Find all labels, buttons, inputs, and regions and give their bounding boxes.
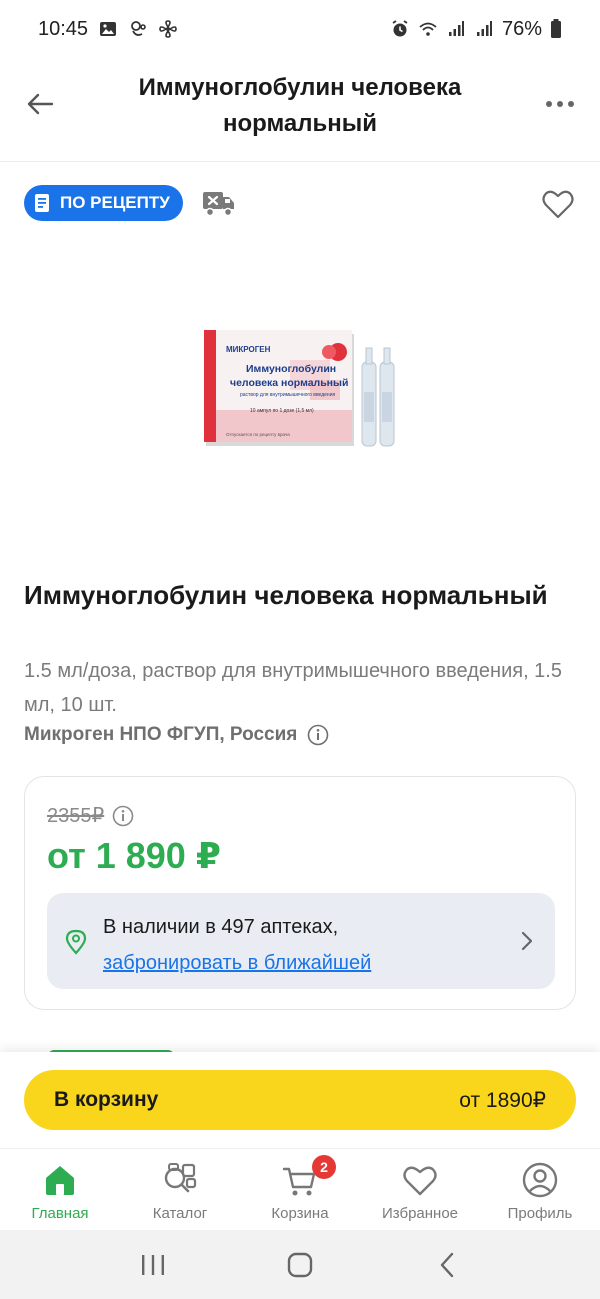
tag-row: ПО РЕЦЕПТУ xyxy=(24,184,576,224)
alarm-icon xyxy=(392,20,408,37)
package-line3: раствор для внутримышечного введения xyxy=(240,392,335,398)
back-button[interactable] xyxy=(20,84,60,124)
reserve-link[interactable]: забронировать в ближайшей xyxy=(103,945,371,981)
bottom-nav: Главная Каталог 2 Корзина Избранное Проф… xyxy=(0,1148,600,1230)
nav-item-catalog[interactable]: Каталог xyxy=(120,1149,240,1230)
home-icon xyxy=(46,1166,74,1195)
status-time: 10:45 xyxy=(38,17,89,40)
prescription-label: ПО РЕЦЕПТУ xyxy=(60,193,170,212)
cart-panel: В корзину от 1890₽ xyxy=(0,1052,600,1148)
page-title: Иммуноглобулин человека нормальный xyxy=(138,74,462,137)
info-icon[interactable] xyxy=(307,724,329,746)
catalog-icon xyxy=(164,1163,197,1193)
nav-label-favorites: Избранное xyxy=(381,1205,459,1222)
wifi-icon xyxy=(419,22,437,36)
nav-item-profile[interactable]: Профиль xyxy=(480,1149,600,1230)
add-to-cart-button[interactable]: В корзину от 1890₽ xyxy=(24,1070,576,1130)
cart-count-badge: 2 xyxy=(312,1155,336,1179)
availability-text: В наличии в 497 аптеках, xyxy=(103,916,339,938)
current-price: от 1 890 ₽ xyxy=(47,835,221,876)
home-square-icon xyxy=(287,1252,313,1277)
gallery-icon xyxy=(100,22,117,36)
location-pin-icon xyxy=(65,929,87,955)
status-right: 76% xyxy=(390,18,562,41)
package-line5: Отпускается по рецепту врача xyxy=(226,432,290,437)
package-line4: 10 ампул по 1 дозе (1,5 мл) xyxy=(250,408,314,414)
cart-button-label: В корзину xyxy=(54,1088,159,1111)
old-price: 2355₽ xyxy=(47,805,105,827)
nav-label-catalog: Каталог xyxy=(152,1205,208,1222)
more-dots-icon xyxy=(546,101,574,107)
product-description: 1.5 мл/доза, раствор для внутримышечного… xyxy=(24,660,562,716)
baby-icon xyxy=(131,21,146,36)
nav-label-profile: Профиль xyxy=(507,1205,573,1222)
back-system-button[interactable] xyxy=(427,1245,467,1285)
manufacturer: Микроген НПО ФГУП, Россия xyxy=(24,724,329,746)
arrow-left-icon xyxy=(27,93,54,115)
product-name: Иммуноглобулин человека нормальный xyxy=(24,580,548,610)
package-line2: человека нормальный xyxy=(230,377,348,389)
status-bar: 10:45 76% xyxy=(0,0,600,58)
recent-apps-icon xyxy=(142,1254,165,1275)
system-nav-bar xyxy=(0,1230,600,1299)
package-line1: Иммуноглобулин xyxy=(246,363,336,375)
home-system-button[interactable] xyxy=(280,1245,320,1285)
back-chevron-icon xyxy=(440,1252,453,1277)
ampoule-left xyxy=(361,347,377,447)
nav-label-cart: Корзина xyxy=(271,1205,329,1222)
nav-item-home[interactable]: Главная xyxy=(0,1149,120,1230)
app-header: Иммуноглобулин человека нормальный xyxy=(0,58,600,162)
chevron-right-icon xyxy=(521,931,533,951)
price-card: 2355₽ от 1 890 ₽ В наличии в 497 аптеках… xyxy=(24,776,576,1010)
heart-icon xyxy=(403,1166,437,1196)
signal-icon-2 xyxy=(476,21,492,36)
recent-apps-button[interactable] xyxy=(133,1245,173,1285)
favorite-heart-icon[interactable] xyxy=(540,186,576,222)
product-image: МИКРОГЕН Иммуноглобулин человека нормаль… xyxy=(204,330,395,447)
nav-label-home: Главная xyxy=(31,1205,89,1222)
cart-button-price: от 1890₽ xyxy=(459,1088,546,1112)
fan-icon xyxy=(159,20,177,38)
ampoule-right xyxy=(379,347,395,447)
more-options-button[interactable] xyxy=(540,84,580,124)
no-delivery-truck-icon xyxy=(203,192,234,217)
package-brand: МИКРОГЕН xyxy=(226,345,271,354)
prescription-doc-icon xyxy=(35,194,49,212)
status-left: 10:45 xyxy=(38,18,178,41)
old-price-row: 2355₽ xyxy=(47,803,134,828)
price-info-icon[interactable] xyxy=(112,805,134,827)
battery-icon xyxy=(551,19,561,38)
availability-block[interactable]: В наличии в 497 аптеках, забронировать в… xyxy=(47,893,555,989)
prescription-badge: ПО РЕЦЕПТУ xyxy=(24,185,183,221)
nav-item-favorites[interactable]: Избранное xyxy=(360,1149,480,1230)
nav-item-cart[interactable]: 2 Корзина xyxy=(240,1149,360,1230)
battery-percent: 76% xyxy=(501,17,542,40)
manufacturer-name: Микроген НПО ФГУП, Россия xyxy=(24,724,298,745)
signal-icon xyxy=(448,21,464,36)
profile-icon xyxy=(522,1162,558,1198)
